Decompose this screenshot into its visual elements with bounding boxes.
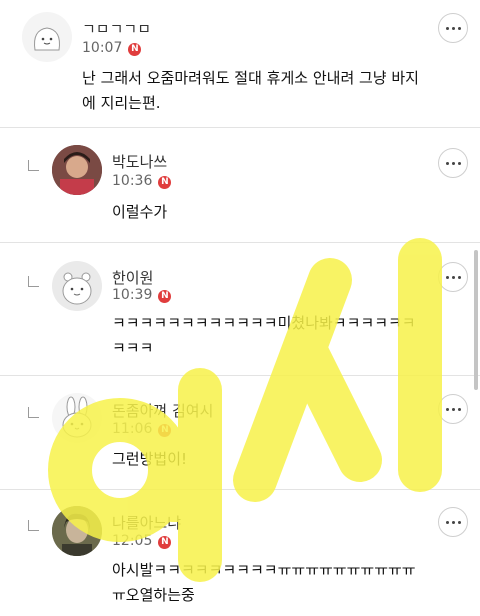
avatar[interactable]	[52, 393, 102, 443]
comment-author[interactable]: 한이원	[112, 267, 153, 288]
scrollbar[interactable]	[474, 250, 478, 390]
comment-line: ㅋㅋㅋㅋㅋㅋㅋㅋㅋㅋㅋㅋ미쳤나봐ㅋㅋㅋㅋㅋㅋ	[112, 314, 416, 332]
comment-line: 이럴수가	[112, 203, 168, 221]
comment-line: 에 지리는편.	[82, 94, 161, 112]
comment-text: 이럴수가	[112, 200, 167, 225]
comment-text: 그런방법이!	[112, 447, 187, 472]
new-badge: N	[128, 43, 142, 56]
comment-author[interactable]: 박도나쓰	[112, 151, 167, 172]
comment-timestamp: 10:39	[112, 287, 153, 303]
new-badge: N	[158, 536, 172, 549]
comment-time: 11:06 N	[112, 421, 172, 437]
divider	[0, 127, 480, 128]
comment-line: ㅠ오열하는중	[112, 586, 195, 604]
comment-timestamp: 12:05	[112, 533, 153, 549]
photo-avatar-icon	[52, 145, 102, 195]
comment-line: 그런방법이!	[112, 450, 188, 468]
comment-time: 10:36 N	[112, 173, 172, 189]
reply-arrow-icon	[28, 407, 39, 418]
avatar[interactable]	[52, 261, 102, 311]
reply-arrow-icon	[28, 160, 39, 171]
comment-timestamp: 10:07	[82, 40, 123, 56]
reply-arrow-icon	[28, 276, 39, 287]
comment-time: 10:39 N	[112, 287, 172, 303]
more-options-button[interactable]	[438, 13, 468, 43]
divider	[0, 489, 480, 490]
comment-line: 아시발ㅋㅋㅋㅋㅋㅋㅋㅋㅋㅠㅠㅠㅠㅠㅠㅠㅠㅠㅠ	[112, 561, 416, 579]
reply-arrow-icon	[28, 520, 39, 531]
comment-author[interactable]: 돈좀아껴 김여시	[112, 400, 213, 421]
comment-text: ㅋㅋㅋㅋㅋㅋㅋㅋㅋㅋㅋㅋ미쳤나봐ㅋㅋㅋㅋㅋㅋ ㅋㅋㅋ	[112, 311, 416, 361]
comment-time: 10:07 N	[82, 40, 142, 56]
comment-line: 난 그래서 오줌마려워도 절대 휴게소 안내려 그냥 바지	[82, 69, 419, 87]
avatar[interactable]	[52, 506, 102, 556]
comment-author[interactable]: ㄱㅁㄱㄱㅁ	[82, 18, 151, 39]
new-badge: N	[158, 424, 172, 437]
comment-author[interactable]: 나를아느냐	[112, 512, 181, 533]
new-badge: N	[158, 290, 172, 303]
avatar[interactable]	[22, 12, 72, 62]
divider	[0, 375, 480, 376]
comment-text: 아시발ㅋㅋㅋㅋㅋㅋㅋㅋㅋㅠㅠㅠㅠㅠㅠㅠㅠㅠㅠ ㅠ오열하는중	[112, 558, 416, 608]
rabbit-avatar-icon	[62, 396, 92, 438]
comment-time: 12:05 N	[112, 533, 172, 549]
more-options-button[interactable]	[438, 148, 468, 178]
comment-timestamp: 11:06	[112, 421, 153, 437]
comment-timestamp: 10:36	[112, 173, 153, 189]
hamster-avatar-icon	[62, 272, 92, 305]
avatar[interactable]	[52, 145, 102, 195]
new-badge: N	[158, 176, 172, 189]
photo-avatar-icon	[52, 506, 102, 556]
more-options-button[interactable]	[438, 507, 468, 537]
comment-line: ㅋㅋㅋ	[112, 339, 154, 357]
more-options-button[interactable]	[438, 394, 468, 424]
blob-face-avatar-icon	[34, 27, 60, 51]
divider	[0, 242, 480, 243]
comment-text: 난 그래서 오줌마려워도 절대 휴게소 안내려 그냥 바지 에 지리는편.	[82, 66, 419, 116]
more-options-button[interactable]	[438, 262, 468, 292]
